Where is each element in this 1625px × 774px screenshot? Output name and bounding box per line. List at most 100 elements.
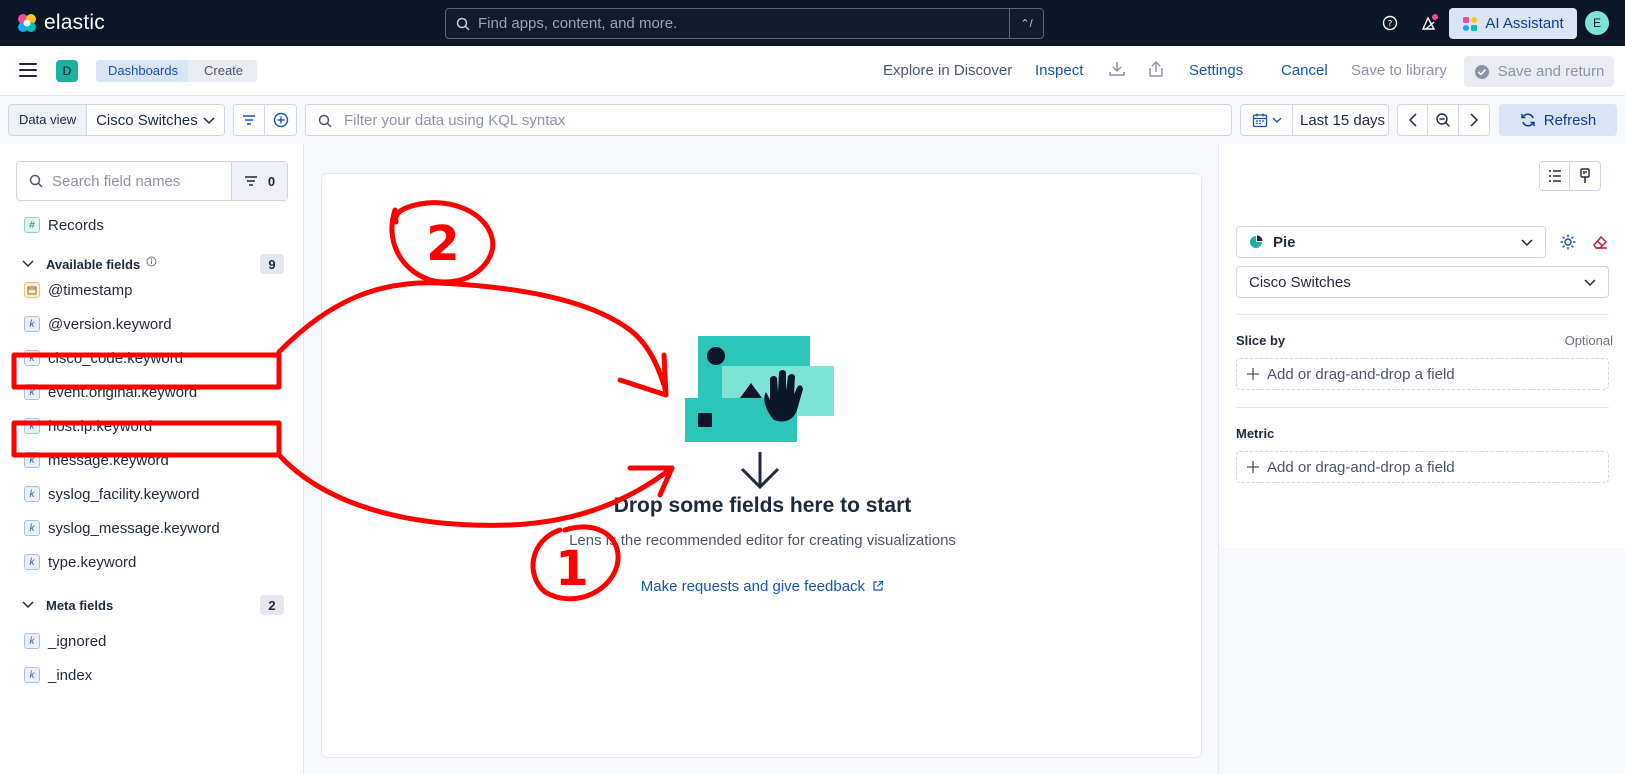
search-icon xyxy=(456,17,470,31)
inspect-button[interactable]: Inspect xyxy=(1035,62,1083,79)
add-filter-icon[interactable] xyxy=(265,105,296,135)
field-item-cisco-code-keyword[interactable]: k cisco_code.keyword xyxy=(24,346,183,370)
divider xyxy=(1236,314,1609,315)
breadcrumb-create: Create xyxy=(188,60,258,82)
keyword-type-icon: k xyxy=(24,418,40,434)
search-icon xyxy=(29,174,43,188)
global-search-input[interactable]: Find apps, content, and more. ⌃/ xyxy=(445,8,1044,39)
check-circle-icon xyxy=(1474,64,1489,79)
ai-assistant-button[interactable]: AI Assistant xyxy=(1449,8,1577,39)
field-name: type.keyword xyxy=(48,553,137,571)
keyword-type-icon: k xyxy=(24,520,40,536)
field-item-timestamp[interactable]: @timestamp xyxy=(24,278,132,302)
lens-workspace-dropzone[interactable]: Drop some fields here to start Lens is t… xyxy=(321,173,1202,758)
field-item-event-original-keyword[interactable]: k event.original.keyword xyxy=(24,380,197,404)
field-item-index[interactable]: k _index xyxy=(24,663,92,687)
keyword-type-icon: k xyxy=(24,633,40,649)
layer-data-view-select[interactable]: Cisco Switches xyxy=(1236,266,1609,298)
keyword-type-icon: k xyxy=(24,452,40,468)
field-item-version-keyword[interactable]: k @version.keyword xyxy=(24,312,172,336)
keyword-type-icon: k xyxy=(24,667,40,683)
save-and-return-button[interactable]: Save and return xyxy=(1464,56,1614,87)
plus-icon xyxy=(1247,461,1259,473)
feedback-link[interactable]: Make requests and give feedback xyxy=(322,578,1203,595)
field-search-placeholder: Search field names xyxy=(52,172,181,190)
slice-by-dropzone[interactable]: Add or drag-and-drop a field xyxy=(1236,358,1609,390)
available-fields-header[interactable]: Available fields xyxy=(22,253,157,275)
settings-button[interactable]: Settings xyxy=(1189,62,1243,79)
layer-settings-icon[interactable] xyxy=(1559,233,1577,254)
field-search-input[interactable]: Search field names 0 xyxy=(16,161,288,201)
news-feed-icon[interactable] xyxy=(1419,13,1439,33)
field-item-records[interactable]: # Records xyxy=(24,213,104,237)
field-type-filter-button[interactable]: 0 xyxy=(231,162,287,200)
zoom-out-icon[interactable] xyxy=(1428,105,1459,135)
refresh-button[interactable]: Refresh xyxy=(1499,104,1617,136)
meta-fields-header[interactable]: Meta fields xyxy=(22,594,113,616)
kql-placeholder: Filter your data using KQL syntax xyxy=(344,111,566,129)
kql-query-input[interactable]: Filter your data using KQL syntax xyxy=(305,104,1232,136)
field-item-syslog-facility-keyword[interactable]: k syslog_facility.keyword xyxy=(24,482,199,506)
chevron-down-icon xyxy=(1272,117,1281,123)
field-item-ignored[interactable]: k _ignored xyxy=(24,629,106,653)
field-name: Records xyxy=(48,216,104,234)
menu-toggle-icon[interactable] xyxy=(19,63,37,79)
date-type-icon xyxy=(24,282,40,298)
date-picker[interactable]: Last 15 days xyxy=(1240,104,1389,136)
refresh-icon xyxy=(1520,113,1535,127)
meta-fields-count: 2 xyxy=(260,595,284,615)
next-period-icon[interactable] xyxy=(1459,105,1489,135)
field-item-host-ip-keyword[interactable]: k host.ip.keyword xyxy=(24,414,152,438)
save-to-library-button[interactable]: Save to library xyxy=(1351,62,1447,79)
external-link-icon xyxy=(873,580,884,591)
chevron-down-icon xyxy=(203,117,215,125)
help-icon[interactable]: ? xyxy=(1380,13,1400,33)
previous-period-icon[interactable] xyxy=(1398,105,1429,135)
field-item-message-keyword[interactable]: k message.keyword xyxy=(24,448,169,472)
field-list-panel: Search field names 0 # Records Available… xyxy=(0,144,304,774)
breadcrumb-dashboards[interactable]: Dashboards xyxy=(96,60,191,82)
elastic-logo[interactable]: elastic xyxy=(16,11,105,35)
brand-name: elastic xyxy=(44,11,105,34)
filter-menu-icon[interactable] xyxy=(234,105,266,135)
download-icon[interactable] xyxy=(1108,60,1126,81)
save-and-return-label: Save and return xyxy=(1497,63,1605,80)
chart-type-label: Pie xyxy=(1273,233,1296,251)
available-fields-label: Available fields xyxy=(46,256,141,272)
search-icon xyxy=(318,114,332,128)
metric-dropzone[interactable]: Add or drag-and-drop a field xyxy=(1236,451,1609,483)
list-view-icon[interactable] xyxy=(1540,162,1571,190)
paintbrush-icon[interactable] xyxy=(1570,162,1600,190)
chevron-down-icon xyxy=(22,601,34,609)
field-name: _index xyxy=(48,666,93,684)
meta-fields-label: Meta fields xyxy=(46,597,114,613)
explore-in-discover-link[interactable]: Explore in Discover xyxy=(883,62,1012,79)
number-type-icon: # xyxy=(24,217,40,233)
keyword-type-icon: k xyxy=(24,486,40,502)
field-name: event.original.keyword xyxy=(48,383,198,401)
time-range-value[interactable]: Last 15 days xyxy=(1300,112,1385,129)
space-avatar[interactable]: D xyxy=(56,60,78,82)
user-avatar[interactable]: E xyxy=(1585,11,1609,35)
metric-placeholder: Add or drag-and-drop a field xyxy=(1267,458,1455,476)
drop-fields-illustration xyxy=(685,336,834,490)
clear-layer-icon[interactable] xyxy=(1591,233,1609,254)
config-panel-footer xyxy=(1218,548,1625,774)
share-icon[interactable] xyxy=(1147,60,1165,81)
filter-count: 0 xyxy=(267,173,276,189)
ai-assistant-label: AI Assistant xyxy=(1485,15,1564,32)
drop-subtitle: Lens is the recommended editor for creat… xyxy=(569,532,956,549)
plus-icon xyxy=(1247,368,1259,380)
info-icon[interactable] xyxy=(146,256,157,267)
field-item-type-keyword[interactable]: k type.keyword xyxy=(24,550,136,574)
data-view-picker[interactable]: Data view Cisco Switches xyxy=(8,104,225,136)
cancel-button[interactable]: Cancel xyxy=(1281,62,1328,79)
data-view-label: Data view xyxy=(9,105,88,135)
field-name: host.ip.keyword xyxy=(48,417,153,435)
field-name: syslog_message.keyword xyxy=(48,519,220,537)
field-item-syslog-message-keyword[interactable]: k syslog_message.keyword xyxy=(24,516,220,540)
drop-title: Drop some fields here to start xyxy=(613,494,912,517)
quick-select-button[interactable] xyxy=(1241,105,1293,135)
chart-type-select[interactable]: Pie xyxy=(1236,226,1546,258)
pie-chart-icon xyxy=(1250,235,1263,248)
